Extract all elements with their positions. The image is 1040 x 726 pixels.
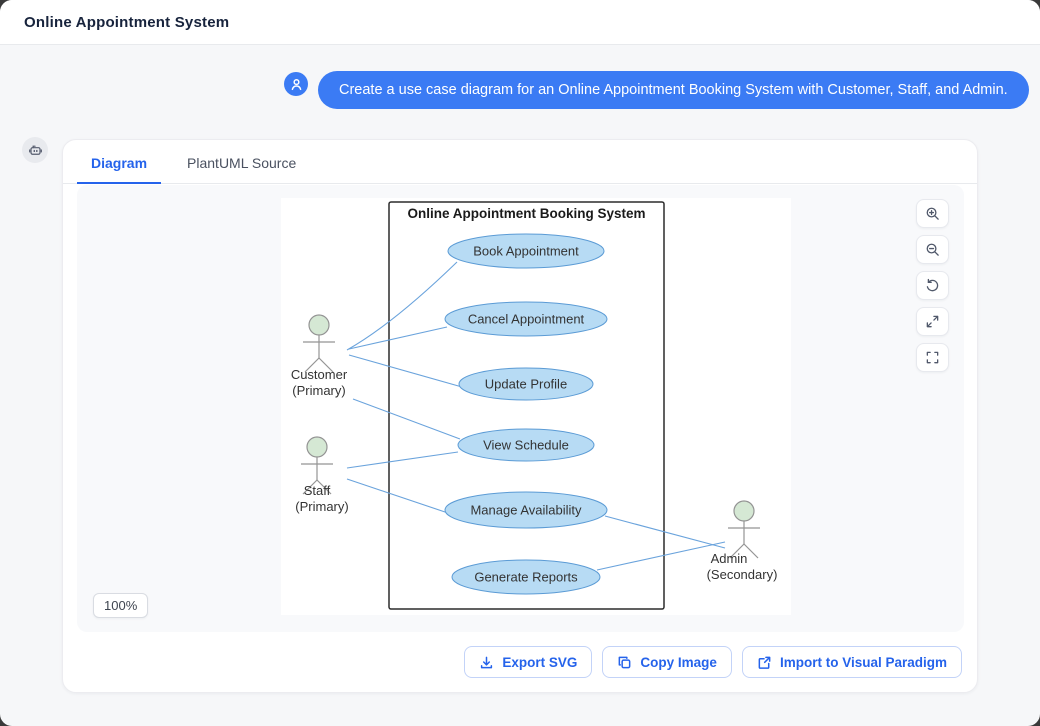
usecase-generate-label: Generate Reports: [474, 570, 578, 585]
zoom-out-icon: [925, 242, 940, 257]
usecase-cancel-label: Cancel Appointment: [468, 312, 585, 327]
copy-icon: [617, 655, 632, 670]
app-window: Online Appointment System Create a use c…: [0, 0, 1040, 726]
actor-customer-name: Customer: [291, 367, 348, 382]
actor-admin: [728, 501, 760, 558]
zoom-level-badge: 100%: [93, 593, 148, 618]
usecase-manage-label: Manage Availability: [470, 503, 582, 518]
zoom-out-button[interactable]: [916, 235, 949, 264]
usecase-update-label: Update Profile: [485, 377, 567, 392]
user-message-bubble: Create a use case diagram for an Online …: [318, 71, 1029, 109]
zoom-in-button[interactable]: [916, 199, 949, 228]
user-avatar: [284, 72, 308, 96]
external-link-icon: [757, 655, 772, 670]
actor-admin-role: (Secondary): [707, 567, 778, 582]
actor-admin-name: Admin: [711, 551, 748, 566]
reset-view-button[interactable]: [916, 271, 949, 300]
export-svg-button[interactable]: Export SVG: [464, 646, 592, 678]
actor-staff-role: (Primary): [295, 499, 348, 514]
usecase-view-label: View Schedule: [483, 438, 569, 453]
fullscreen-icon: [925, 350, 940, 365]
person-icon: [290, 78, 303, 91]
actor-staff-name: Staff: [304, 483, 331, 498]
system-boundary-title: Online Appointment Booking System: [407, 206, 645, 221]
expand-arrows-icon: [925, 314, 940, 329]
diagram-card: Diagram PlantUML Source Online Appointme…: [62, 139, 978, 693]
zoom-in-icon: [925, 206, 940, 221]
diagram-viewport[interactable]: Online Appointment Booking System Book Ap…: [77, 185, 964, 632]
actor-customer-head: [309, 315, 329, 335]
import-to-visual-paradigm-button[interactable]: Import to Visual Paradigm: [742, 646, 962, 678]
reset-icon: [925, 278, 940, 293]
bot-avatar: [22, 137, 48, 163]
usecase-diagram: Online Appointment Booking System Book Ap…: [281, 198, 791, 615]
tab-diagram[interactable]: Diagram: [91, 155, 147, 183]
actor-customer-role: (Primary): [292, 383, 345, 398]
robot-icon: [28, 143, 43, 158]
export-svg-label: Export SVG: [502, 655, 577, 670]
actor-customer: [303, 315, 335, 372]
action-bar: Export SVG Copy Image Import to Visual P…: [464, 646, 962, 678]
page-title: Online Appointment System: [24, 14, 229, 31]
actor-admin-head: [734, 501, 754, 521]
main-content: Create a use case diagram for an Online …: [0, 45, 1040, 726]
copy-image-label: Copy Image: [640, 655, 717, 670]
usecase-book-label: Book Appointment: [473, 244, 579, 259]
copy-image-button[interactable]: Copy Image: [602, 646, 732, 678]
actor-staff-head: [307, 437, 327, 457]
tab-plantuml-source[interactable]: PlantUML Source: [187, 155, 296, 183]
diagram-canvas[interactable]: Online Appointment Booking System Book Ap…: [281, 198, 791, 615]
import-label: Import to Visual Paradigm: [780, 655, 947, 670]
download-icon: [479, 655, 494, 670]
fit-to-screen-button[interactable]: [916, 307, 949, 336]
fullscreen-button[interactable]: [916, 343, 949, 372]
tab-bar: Diagram PlantUML Source: [63, 140, 977, 184]
app-header: Online Appointment System: [0, 0, 1040, 45]
zoom-toolbar: [916, 199, 949, 372]
user-message-row: Create a use case diagram for an Online …: [284, 71, 1029, 109]
